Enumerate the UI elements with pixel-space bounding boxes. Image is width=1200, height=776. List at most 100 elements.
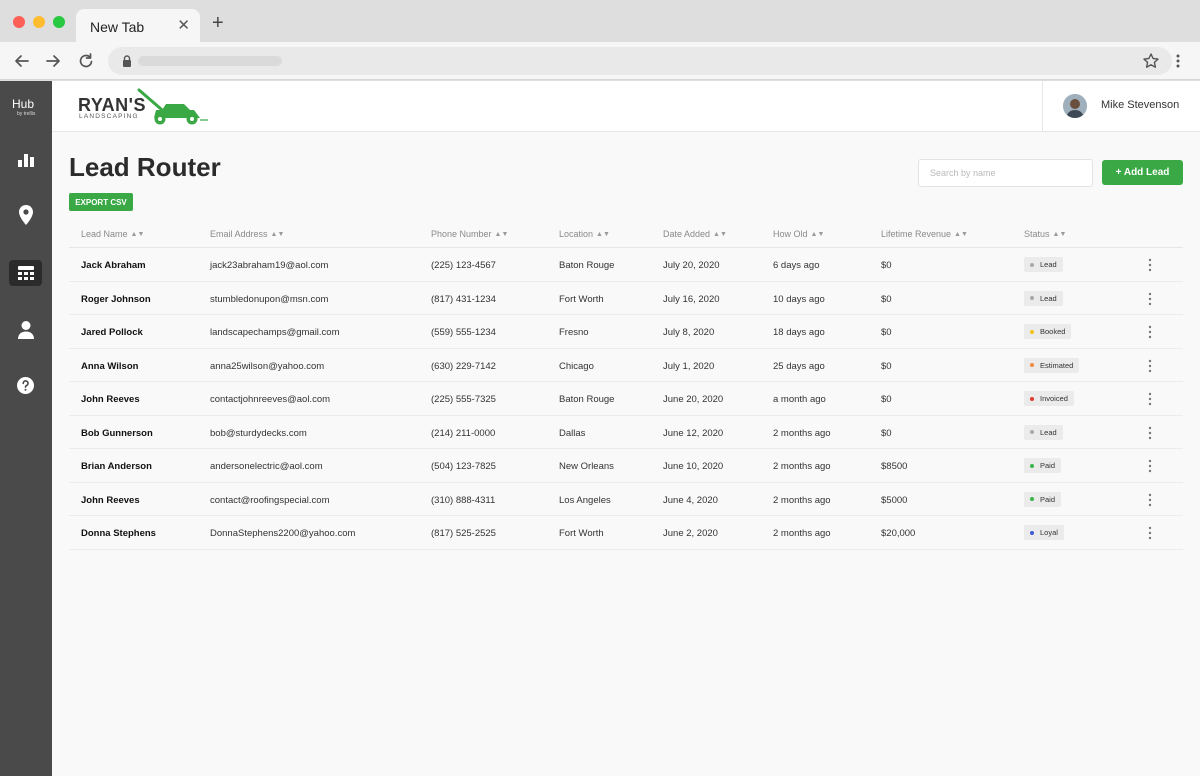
- email-cell: bob@sturdydecks.com: [210, 427, 307, 439]
- nav-help[interactable]: [9, 372, 42, 398]
- row-menu-icon[interactable]: [1147, 258, 1153, 272]
- table-row[interactable]: Jared Pollock landscapechamps@gmail.com (5…: [69, 315, 1183, 349]
- lead-name-cell: Roger Johnson: [81, 293, 151, 305]
- browser-toolbar: [0, 42, 1200, 80]
- how-old-cell: 2 months ago: [773, 461, 831, 472]
- hub-logo-sub: by trellis: [17, 111, 36, 117]
- column-header-status[interactable]: Status ▲▼: [1024, 229, 1066, 239]
- row-menu-icon[interactable]: [1147, 292, 1153, 306]
- status-label: Lead: [1040, 427, 1057, 437]
- close-tab-icon[interactable]: ✕: [177, 16, 190, 34]
- location-cell: Los Angeles: [559, 494, 611, 506]
- nav-map[interactable]: [9, 202, 42, 228]
- how-old-cell: a month ago: [773, 394, 826, 405]
- sort-icon: ▲▼: [494, 231, 509, 238]
- row-menu-icon[interactable]: [1147, 493, 1153, 507]
- back-arrow-icon[interactable]: [12, 51, 32, 71]
- revenue-cell: $20,000: [881, 528, 916, 539]
- status-label: Estimated: [1040, 360, 1074, 370]
- column-header-email[interactable]: Email Address ▲▼: [210, 229, 284, 239]
- phone-cell: (504) 123-7825: [431, 461, 496, 472]
- browser-menu-icon[interactable]: [1175, 53, 1181, 69]
- revenue-cell: $0: [881, 427, 892, 439]
- row-menu-icon[interactable]: [1147, 392, 1153, 406]
- table-row[interactable]: John Reeves contact@roofingspecial.com (31…: [69, 483, 1183, 516]
- phone-cell: (817) 525-2525: [431, 528, 496, 539]
- add-lead-button[interactable]: + Add Lead: [1102, 160, 1183, 185]
- date-added-cell: June 20, 2020: [663, 394, 724, 405]
- search-input[interactable]: [918, 159, 1093, 187]
- status-dot-icon: [1030, 396, 1034, 401]
- lead-name-cell: John Reeves: [81, 394, 140, 405]
- table-row[interactable]: Bob Gunnerson bob@sturdydecks.com (214) 21…: [69, 416, 1183, 449]
- row-menu-icon[interactable]: [1147, 459, 1153, 473]
- status-dot-icon: [1030, 363, 1034, 367]
- row-menu-icon[interactable]: [1147, 426, 1153, 440]
- location-cell: Fort Worth: [559, 293, 604, 305]
- table-icon: [17, 265, 34, 280]
- column-header-lead-name[interactable]: Lead Name ▲▼: [81, 229, 144, 239]
- phone-cell: (559) 555-1234: [431, 327, 496, 338]
- revenue-cell: $5000: [881, 494, 908, 506]
- side-rail: Hub by trellis: [0, 81, 52, 776]
- forward-arrow-icon[interactable]: [43, 51, 63, 71]
- address-bar[interactable]: [108, 47, 1172, 75]
- help-icon: [17, 376, 34, 394]
- table-row[interactable]: Jack Abraham jack23abraham19@aol.com (225)…: [69, 248, 1183, 282]
- sort-icon: ▲▼: [954, 231, 968, 238]
- export-csv-button[interactable]: EXPORT CSV: [69, 193, 133, 211]
- user-menu[interactable]: Mike Stevenson: [1042, 81, 1200, 132]
- browser-tab[interactable]: New Tab ✕: [76, 9, 200, 42]
- date-added-cell: June 12, 2020: [663, 427, 724, 439]
- user-name: Mike Stevenson: [1101, 99, 1180, 111]
- status-label: Paid: [1040, 461, 1056, 470]
- email-cell: DonnaStephens2200@yahoo.com: [210, 528, 356, 539]
- url-text: [138, 56, 282, 66]
- location-cell: New Orleans: [559, 461, 614, 472]
- row-menu-icon[interactable]: [1147, 325, 1153, 339]
- row-menu-icon[interactable]: [1147, 526, 1153, 540]
- lawn-mower-logo-icon: [137, 88, 208, 125]
- table-row[interactable]: Donna Stephens DonnaStephens2200@yahoo.co…: [69, 516, 1183, 550]
- close-window-button[interactable]: [13, 16, 25, 28]
- maximize-window-button[interactable]: [53, 16, 65, 28]
- table-body: Jack Abraham jack23abraham19@aol.com (225)…: [69, 248, 1183, 550]
- sort-icon: ▲▼: [270, 231, 285, 238]
- new-tab-button[interactable]: +: [212, 13, 224, 33]
- table-row[interactable]: Brian Anderson andersonelectric@aol.com (5…: [69, 449, 1183, 483]
- table-row[interactable]: Roger Johnson stumbledonupon@msn.com (817)…: [69, 282, 1183, 315]
- column-header-phone[interactable]: Phone Number ▲▼: [431, 229, 508, 239]
- status-badge: Booked: [1024, 324, 1072, 339]
- lead-name-cell: John Reeves: [81, 494, 140, 506]
- bookmark-star-icon[interactable]: [1142, 52, 1160, 70]
- status-dot-icon: [1030, 329, 1034, 334]
- table-row[interactable]: John Reeves contactjohnreeves@aol.com (225…: [69, 382, 1183, 416]
- reload-icon[interactable]: [76, 51, 96, 71]
- sort-icon: ▲▼: [596, 231, 610, 238]
- nav-lead-router[interactable]: [9, 260, 42, 286]
- phone-cell: (225) 555-7325: [431, 394, 496, 405]
- how-old-cell: 6 days ago: [773, 260, 820, 271]
- email-cell: contactjohnreeves@aol.com: [210, 394, 331, 405]
- column-header-location[interactable]: Location ▲▼: [559, 229, 610, 239]
- status-dot-icon: [1030, 530, 1034, 535]
- column-header-lifetime-revenue[interactable]: Lifetime Revenue ▲▼: [881, 229, 968, 239]
- date-added-cell: July 16, 2020: [663, 293, 720, 305]
- lead-name-cell: Bob Gunnerson: [81, 427, 153, 439]
- minimize-window-button[interactable]: [33, 16, 45, 28]
- row-menu-icon[interactable]: [1147, 359, 1153, 373]
- nav-contacts[interactable]: [9, 317, 42, 343]
- revenue-cell: $0: [881, 327, 892, 338]
- nav-analytics[interactable]: [9, 147, 42, 173]
- bar-chart-icon: [17, 154, 34, 167]
- lead-name-cell: Donna Stephens: [81, 528, 156, 539]
- status-badge: Lead: [1024, 424, 1063, 440]
- column-header-how-old[interactable]: How Old ▲▼: [773, 229, 824, 239]
- revenue-cell: $0: [881, 394, 892, 405]
- leads-table: Lead Name ▲▼ Email Address ▲▼ Phone Number…: [69, 220, 1183, 550]
- status-badge: Paid: [1024, 458, 1062, 473]
- sort-icon: ▲▼: [810, 231, 825, 238]
- table-row[interactable]: Anna Wilson anna25wilson@yahoo.com (630) 2…: [69, 349, 1183, 382]
- status-label: Lead: [1040, 293, 1057, 303]
- column-header-date-added[interactable]: Date Added ▲▼: [663, 229, 727, 239]
